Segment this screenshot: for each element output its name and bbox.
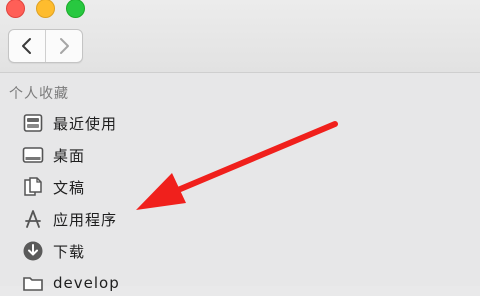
finder-sidebar: 个人收藏 最近使用 桌面 文稿 应用程序 下载 develop [0,73,480,292]
sidebar-item-desktop[interactable]: 桌面 [22,142,85,168]
chevron-right-icon [60,38,69,54]
favorites-section-title: 个人收藏 [9,86,69,102]
sidebar-item-label: 桌面 [53,146,86,165]
sidebar-item-applications[interactable]: 应用程序 [22,206,117,232]
minimize-window-button[interactable] [36,0,55,18]
sidebar-item-label: 应用程序 [53,210,118,229]
forward-button[interactable] [45,30,82,62]
back-button[interactable] [9,30,45,62]
sidebar-item-downloads[interactable]: 下载 [22,238,85,264]
sidebar-item-label: 下载 [53,242,86,261]
sidebar-item-documents[interactable]: 文稿 [22,174,85,200]
sidebar-item-label: 最近使用 [53,114,118,133]
sidebar-item-develop[interactable]: develop [22,270,120,296]
window-toolbar [0,0,480,73]
sidebar-item-recents[interactable]: 最近使用 [22,110,117,136]
chevron-left-icon [22,38,31,54]
desktop-icon [22,144,44,166]
applications-icon [22,208,44,230]
zoom-window-button[interactable] [66,0,85,18]
sidebar-item-label: 文稿 [53,178,86,197]
documents-icon [22,176,44,198]
close-window-button[interactable] [6,0,25,18]
navigation-buttons [8,29,83,63]
sidebar-item-label: develop [53,274,120,292]
downloads-icon [22,240,44,262]
recents-icon [22,112,44,134]
folder-icon [22,272,44,294]
